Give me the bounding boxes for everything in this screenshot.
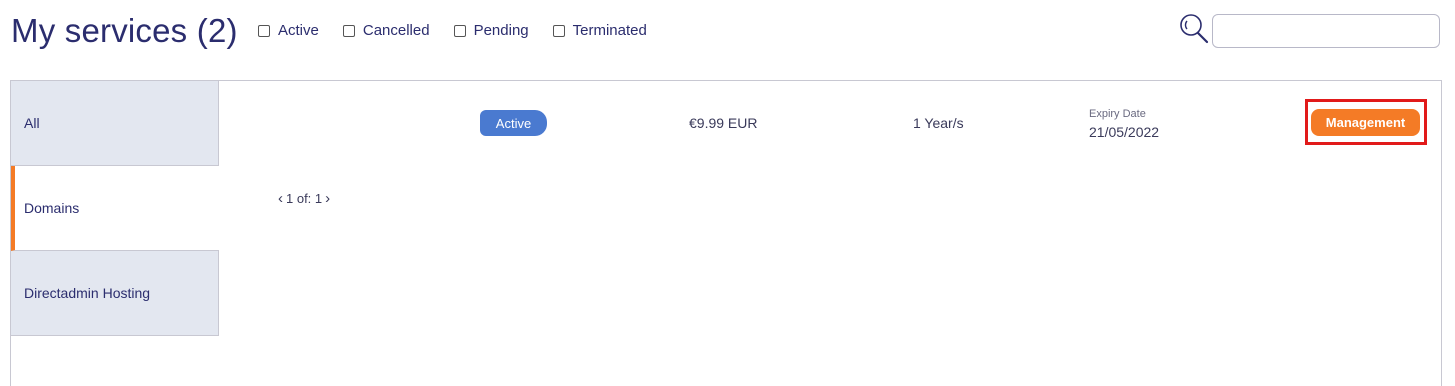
sidebar-item-all[interactable]: All: [11, 81, 219, 166]
page-title: My services (2): [11, 12, 238, 49]
services-page: My services (2) Active Cancelled Pending…: [0, 0, 1455, 386]
status-badge: Active: [480, 110, 547, 136]
filter-pending[interactable]: Pending: [453, 22, 529, 39]
chevron-right-icon[interactable]: ›: [322, 190, 333, 207]
filter-active-checkbox[interactable]: [258, 24, 270, 37]
service-row: Active €9.99 EUR 1 Year/s Expiry Date 21…: [229, 81, 1441, 166]
filter-cancelled[interactable]: Cancelled: [342, 22, 430, 39]
filter-pending-label: Pending: [473, 22, 529, 39]
expiry-date-label: Expiry Date: [1089, 108, 1146, 120]
filter-cancelled-label: Cancelled: [362, 22, 430, 39]
filter-terminated[interactable]: Terminated: [552, 22, 647, 39]
billing-cycle: 1 Year/s: [913, 115, 964, 131]
service-price: €9.99 EUR: [689, 115, 758, 131]
expiry-date-value: 21/05/2022: [1089, 124, 1160, 140]
search-input[interactable]: [1212, 14, 1440, 48]
services-panel: All Domains Directadmin Hosting Active €…: [10, 80, 1442, 386]
sidebar-item-label: Directadmin Hosting: [24, 285, 151, 301]
category-sidebar: All Domains Directadmin Hosting: [11, 81, 219, 336]
management-button[interactable]: Management: [1311, 109, 1420, 136]
filter-cancelled-checkbox[interactable]: [342, 24, 355, 37]
filter-active[interactable]: Active: [258, 22, 319, 39]
filter-terminated-label: Terminated: [572, 22, 647, 39]
status-filters: Active Cancelled Pending Terminated: [258, 22, 671, 39]
search-icon[interactable]: [1178, 12, 1210, 44]
page-indicator: 1 of: 1: [286, 191, 323, 206]
sidebar-item-label: Domains: [24, 200, 80, 216]
filter-terminated-checkbox[interactable]: [552, 24, 565, 37]
pagination: ‹ 1 of: 1 ›: [275, 190, 333, 207]
sidebar-item-directadmin-hosting[interactable]: Directadmin Hosting: [11, 251, 219, 336]
chevron-left-icon[interactable]: ‹: [275, 190, 286, 207]
filter-active-label: Active: [278, 22, 319, 39]
sidebar-item-domains[interactable]: Domains: [11, 166, 219, 251]
sidebar-item-label: All: [24, 115, 40, 131]
filter-pending-checkbox[interactable]: [453, 24, 466, 37]
